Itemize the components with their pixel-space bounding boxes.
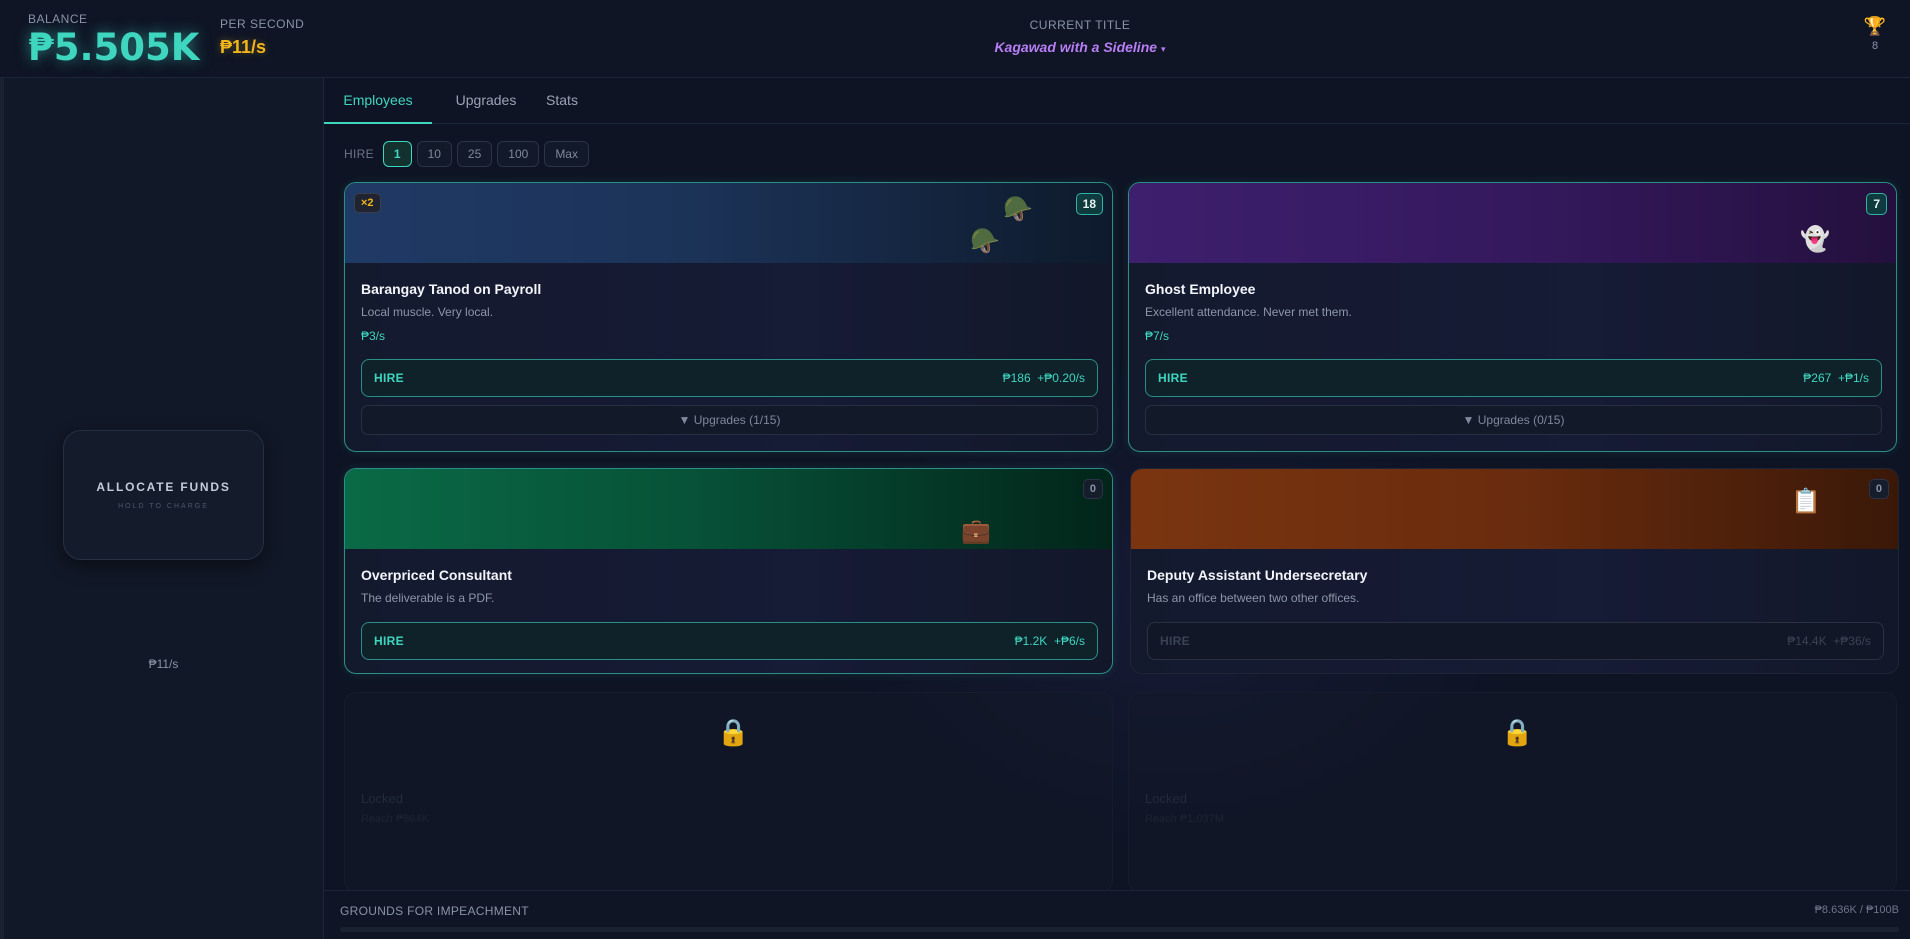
hire-button[interactable]: HIRE ₱267 +₱1/s (1145, 359, 1882, 397)
tab-bar: Employees Upgrades Stats (324, 78, 1910, 124)
hire-cost: ₱186 +₱0.20/s (1002, 371, 1085, 385)
upgrades-toggle-button[interactable]: ▼ Upgrades (0/15) (1145, 405, 1882, 435)
locked-requirement: Reach ₱864K (361, 813, 429, 825)
locked-employee-card: 🔒 Locked Reach ₱1.037M (1128, 692, 1897, 892)
hire-qty-1[interactable]: 1 (382, 141, 412, 167)
hire-cost: ₱1.2K +₱6/s (1014, 634, 1085, 648)
hire-button-label: HIRE (374, 371, 404, 385)
current-title-dropdown[interactable]: Kagawad with a Sideline ▾ (905, 39, 1255, 55)
main-panel: Employees Upgrades Stats HIRE 1 10 25 10… (324, 78, 1910, 939)
employee-card-deputy-assistant-undersecretary: 0 📋 Deputy Assistant Undersecretary Has … (1130, 468, 1899, 674)
employee-name: Ghost Employee (1145, 281, 1256, 297)
current-title-label: CURRENT TITLE (1029, 18, 1131, 32)
multiplier-badge: ×2 (354, 193, 381, 213)
achievements-button[interactable]: 🏆 8 (1860, 16, 1890, 52)
left-panel: ALLOCATE FUNDS HOLD TO CHARGE ₱11/s (0, 78, 324, 939)
chevron-down-icon: ▾ (1161, 44, 1166, 54)
employee-card-overpriced-consultant: 0 💼 Overpriced Consultant The deliverabl… (344, 468, 1113, 674)
balance-value: ₱5.505K (28, 26, 200, 69)
card-banner (1131, 469, 1898, 549)
per-second-label: PER SECOND (220, 17, 305, 31)
employee-description: Has an office between two other offices. (1147, 591, 1360, 605)
employee-card-ghost-employee: 7 👻 Ghost Employee Excellent attendance.… (1128, 182, 1897, 452)
progress-track (340, 927, 1899, 932)
allocate-funds-label: ALLOCATE FUNDS (96, 480, 231, 494)
locked-requirement: Reach ₱1.037M (1145, 813, 1224, 825)
owned-count-badge: 7 (1866, 193, 1887, 215)
click-rate: ₱11/s (148, 657, 179, 671)
tab-upgrades[interactable]: Upgrades (451, 78, 521, 124)
impeachment-progress-bar: GROUNDS FOR IMPEACHMENT ₱8.636K / ₱100B (324, 890, 1910, 939)
hire-button[interactable]: HIRE ₱14.4K +₱36/s (1147, 622, 1884, 660)
employee-name: Barangay Tanod on Payroll (361, 281, 542, 297)
lock-icon: 🔒 (717, 717, 750, 747)
lock-icon: 🔒 (1501, 717, 1534, 747)
card-banner (1129, 183, 1896, 263)
locked-employee-card: 🔒 Locked Reach ₱864K (344, 692, 1113, 892)
helmet-icon: 🪖 (970, 227, 1000, 255)
locked-title: Locked (361, 791, 403, 806)
hire-button-label: HIRE (1160, 634, 1190, 648)
per-second-value: ₱11/s (220, 37, 267, 57)
owned-count-badge: 18 (1075, 193, 1103, 215)
employee-card-barangay-tanod: ×2 18 🪖 🪖 Barangay Tanod on Payroll Loca… (344, 182, 1113, 452)
employee-rate: ₱3/s (361, 329, 386, 343)
hire-quantity-selector: HIRE 1 10 25 100 Max (344, 141, 589, 167)
card-banner (345, 469, 1112, 549)
tab-stats[interactable]: Stats (542, 78, 582, 124)
upgrades-toggle-button[interactable]: ▼ Upgrades (1/15) (361, 405, 1098, 435)
owned-count-badge: 0 (1868, 479, 1889, 499)
hire-quantity-label: HIRE (344, 147, 374, 161)
helmet-icon: 🪖 (1003, 195, 1033, 223)
employee-description: The deliverable is a PDF. (361, 591, 495, 605)
hire-button-label: HIRE (374, 634, 404, 648)
employee-description: Local muscle. Very local. (361, 305, 494, 319)
current-title-value: Kagawad with a Sideline (994, 39, 1158, 55)
hire-qty-10[interactable]: 10 (416, 141, 452, 167)
locked-title: Locked (1145, 791, 1187, 806)
briefcase-icon: 💼 (961, 517, 991, 545)
tab-employees[interactable]: Employees (324, 78, 432, 124)
allocate-funds-button[interactable]: ALLOCATE FUNDS HOLD TO CHARGE (63, 430, 264, 560)
hire-button[interactable]: HIRE ₱1.2K +₱6/s (361, 622, 1098, 660)
hire-qty-25[interactable]: 25 (456, 141, 493, 167)
hire-cost: ₱267 +₱1/s (1803, 371, 1869, 385)
top-bar: BALANCE ₱5.505K PER SECOND ₱11/s CURRENT… (0, 0, 1910, 78)
employee-description: Excellent attendance. Never met them. (1145, 305, 1352, 319)
impeachment-value: ₱8.636K / ₱100B (1814, 904, 1899, 916)
employee-rate: ₱7/s (1145, 329, 1170, 343)
employee-name: Overpriced Consultant (361, 567, 512, 583)
hire-qty-100[interactable]: 100 (497, 141, 540, 167)
hire-qty-max[interactable]: Max (544, 141, 589, 167)
clipboard-icon: 📋 (1791, 487, 1821, 515)
allocate-funds-hint: HOLD TO CHARGE (118, 503, 209, 510)
trophy-icon: 🏆 (1863, 16, 1887, 36)
hire-button[interactable]: HIRE ₱186 +₱0.20/s (361, 359, 1098, 397)
owned-count-badge: 0 (1082, 479, 1103, 499)
impeachment-label: GROUNDS FOR IMPEACHMENT (340, 904, 529, 918)
employee-name: Deputy Assistant Undersecretary (1147, 567, 1368, 583)
achievements-count: 8 (1871, 40, 1879, 52)
hire-cost: ₱14.4K +₱36/s (1787, 634, 1871, 648)
balance-label: BALANCE (28, 12, 88, 26)
hire-button-label: HIRE (1158, 371, 1188, 385)
ghost-icon: 👻 (1800, 225, 1830, 253)
